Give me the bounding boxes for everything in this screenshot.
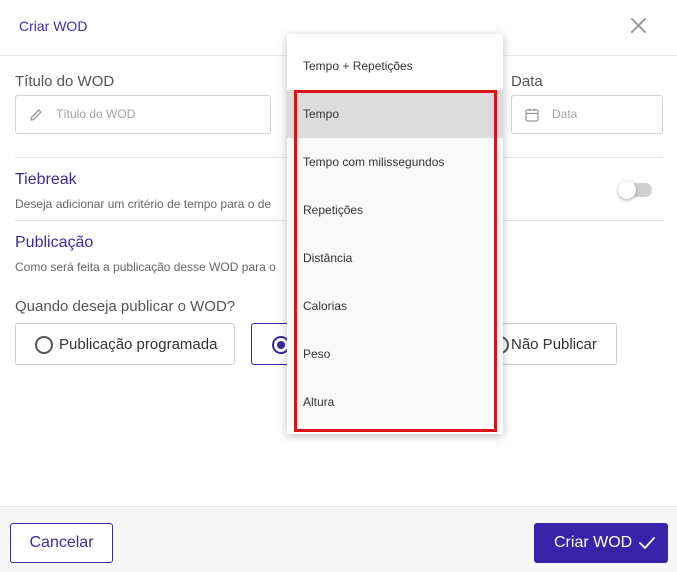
title-input[interactable]: Título do WOD [15,95,271,134]
create-wod-label: Criar WOD [554,534,633,551]
check-icon [639,537,655,549]
dropdown-item-altura[interactable]: Altura [287,378,503,426]
toggle-knob [618,181,636,199]
calendar-icon [525,108,539,122]
date-input[interactable]: Data [511,95,663,134]
pencil-icon [30,109,42,121]
tiebreak-title: Tiebreak [15,171,77,188]
radio-circle [35,336,53,354]
dropdown-item-calorias[interactable]: Calorias [287,282,503,330]
modal-title: Criar WOD [19,18,88,34]
create-wod-button[interactable]: Criar WOD [534,523,668,563]
modal-footer: Cancelar Criar WOD [0,506,677,572]
date-placeholder: Data [552,107,578,121]
radio-publicacao-programada[interactable]: Publicação programada [15,323,235,365]
publish-question: Quando deseja publicar o WOD? [15,298,236,315]
publicacao-description: Como será feita a publicação desse WOD p… [15,260,276,274]
dropdown-item-tempo-repeticoes[interactable]: Tempo + Repetições [287,42,503,90]
date-label: Data [511,73,543,90]
dropdown-item-peso[interactable]: Peso [287,330,503,378]
title-placeholder: Título do WOD [56,107,136,121]
tiebreak-description: Deseja adicionar um critério de tempo pa… [15,197,272,211]
close-button[interactable] [628,15,650,37]
close-icon [631,18,646,33]
score-type-dropdown: Tempo + Repetições Tempo Tempo com milis… [287,34,503,434]
publicacao-title: Publicação [15,234,94,251]
radio-label: Não Publicar [511,336,597,353]
radio-label: Publicação programada [59,336,218,353]
dropdown-item-repeticoes[interactable]: Repetições [287,186,503,234]
dropdown-item-tempo-milissegundos[interactable]: Tempo com milissegundos [287,138,503,186]
dropdown-item-tempo[interactable]: Tempo [287,90,503,138]
cancel-button[interactable]: Cancelar [10,523,113,563]
dropdown-item-distancia[interactable]: Distância [287,234,503,282]
title-label: Título do WOD [15,73,115,90]
tiebreak-toggle[interactable] [618,181,652,199]
